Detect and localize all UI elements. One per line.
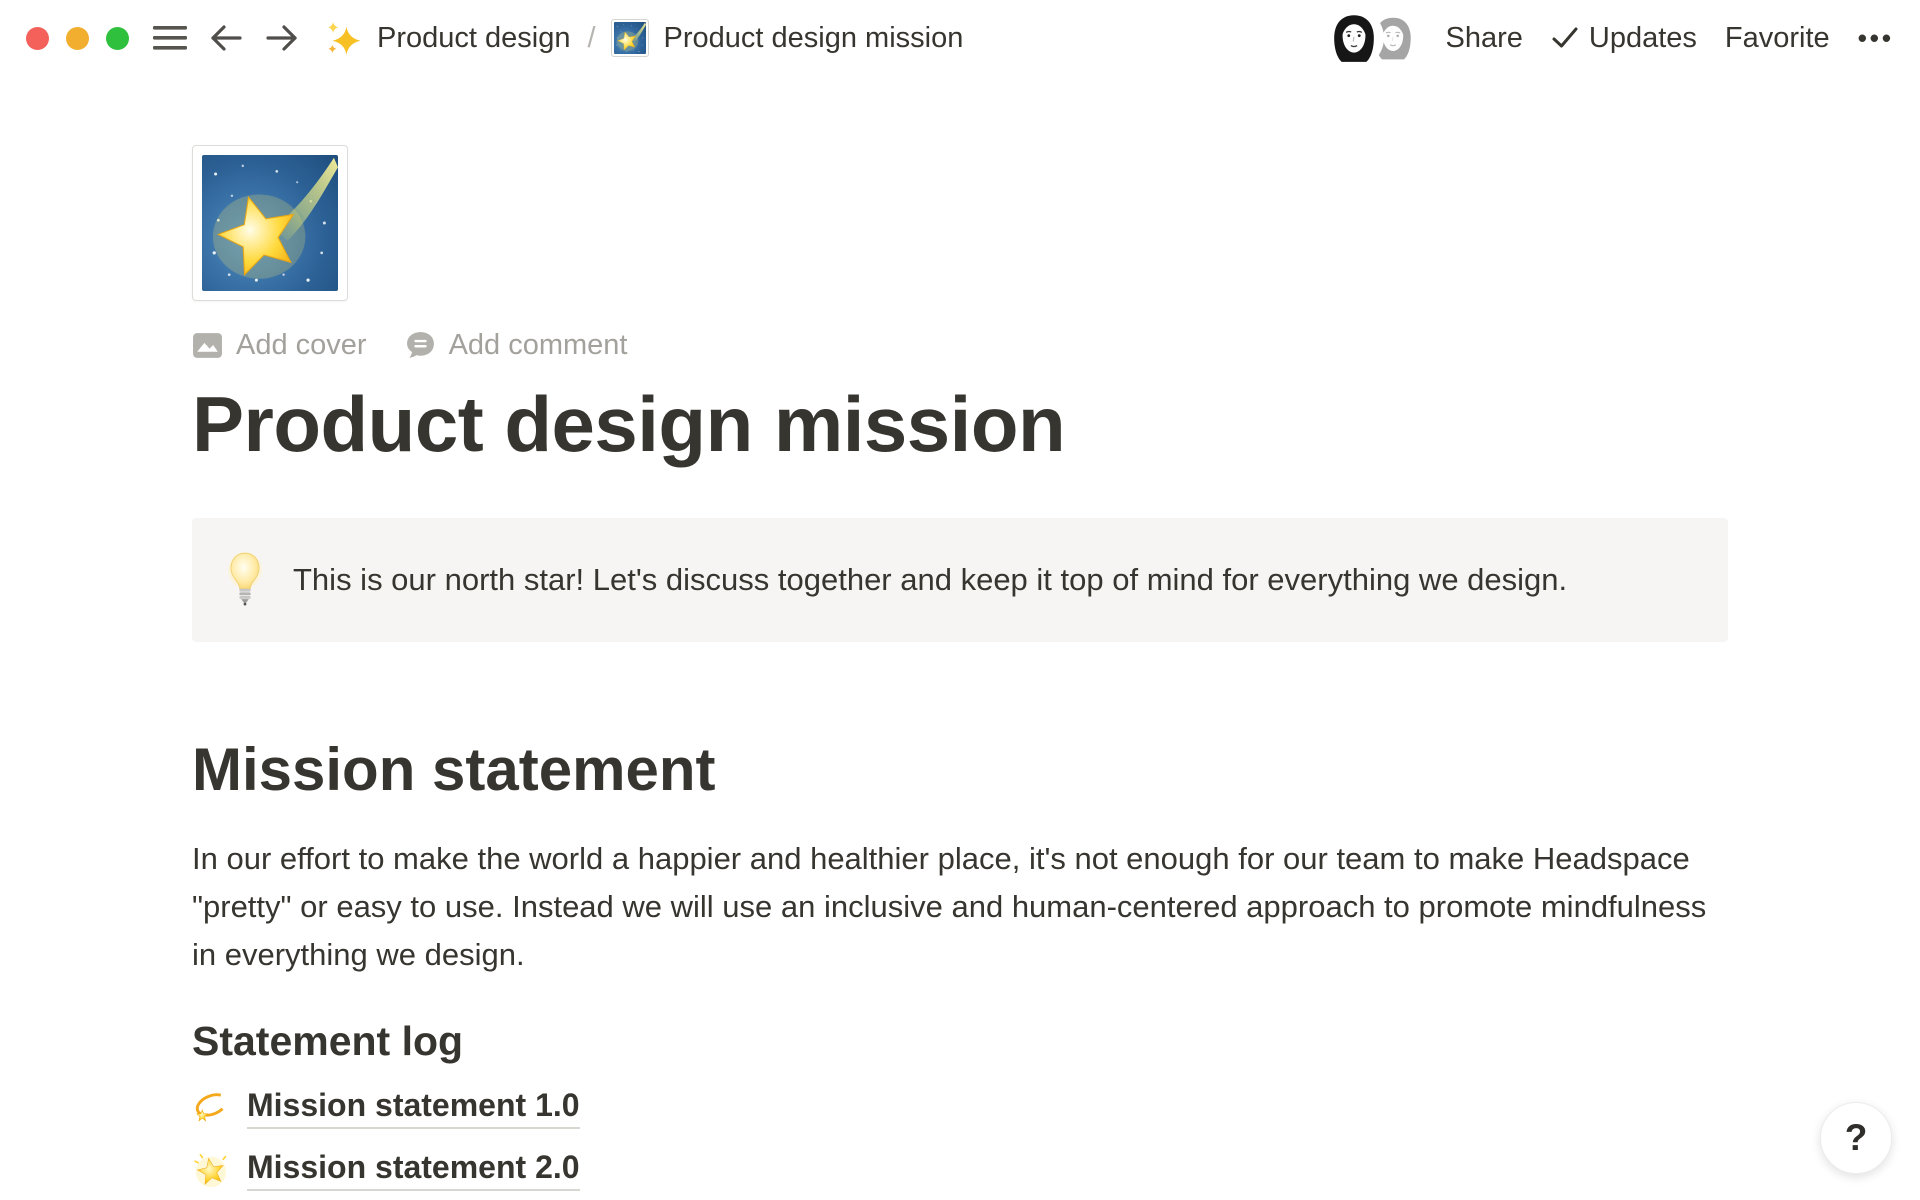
window-topbar: Product design / Product design mission … (0, 0, 1920, 76)
more-options-icon[interactable]: ••• (1858, 23, 1894, 54)
picture-icon (192, 330, 223, 361)
help-button[interactable]: ? (1820, 1102, 1892, 1174)
add-comment-label: Add comment (449, 329, 628, 362)
statement-log-heading[interactable]: Statement log (192, 1017, 1728, 1066)
sparkles-icon (325, 20, 362, 57)
light-bulb-icon (226, 550, 264, 610)
favorite-button[interactable]: Favorite (1725, 22, 1830, 55)
page-link-label[interactable]: Mission statement 1.0 (247, 1087, 580, 1129)
window-controls (26, 27, 129, 50)
check-icon (1551, 25, 1579, 51)
callout-text: This is our north star! Let's discuss to… (293, 556, 1567, 604)
glowing-star-icon (192, 1151, 230, 1189)
add-cover-label: Add cover (236, 329, 367, 362)
sidebar-menu-icon[interactable] (153, 23, 187, 53)
page-meta-actions: Add cover Add comment (192, 329, 1728, 362)
viewer-avatars[interactable] (1326, 10, 1418, 66)
add-cover-button[interactable]: Add cover (192, 329, 367, 362)
add-comment-button[interactable]: Add comment (405, 329, 628, 362)
page-body: Add cover Add comment Product design mis… (192, 145, 1728, 1198)
user-avatar-1[interactable] (1326, 10, 1382, 66)
callout-block[interactable]: This is our north star! Let's discuss to… (192, 518, 1728, 642)
mission-statement-paragraph[interactable]: In our effort to make the world a happie… (192, 835, 1728, 979)
forward-arrow-icon[interactable] (265, 22, 299, 54)
back-arrow-icon[interactable] (209, 22, 243, 54)
page-link-mission-2-0[interactable]: Mission statement 2.0 (192, 1142, 1728, 1198)
updates-label: Updates (1589, 22, 1697, 55)
page-title[interactable]: Product design mission (192, 380, 1728, 470)
breadcrumb: Product design / Product design mission (325, 19, 963, 57)
page-link-label[interactable]: Mission statement 2.0 (247, 1149, 580, 1191)
topbar-actions: Share Updates Favorite ••• (1326, 10, 1894, 66)
statement-log-links: Mission statement 1.0 Mission statement … (192, 1080, 1728, 1198)
comment-bubble-icon (405, 330, 436, 361)
updates-button[interactable]: Updates (1551, 22, 1697, 55)
shooting-star-page-icon-small (611, 19, 649, 57)
close-window-button[interactable] (26, 27, 49, 50)
dizzy-star-icon (192, 1089, 230, 1127)
breadcrumb-separator: / (587, 22, 595, 55)
mission-statement-heading[interactable]: Mission statement (192, 732, 1728, 807)
breadcrumb-item-current[interactable]: Product design mission (664, 22, 964, 55)
breadcrumb-item-parent[interactable]: Product design (377, 22, 570, 55)
page-link-mission-1-0[interactable]: Mission statement 1.0 (192, 1080, 1728, 1136)
page-icon-shooting-star[interactable] (192, 145, 348, 301)
zoom-window-button[interactable] (106, 27, 129, 50)
share-button[interactable]: Share (1446, 22, 1523, 55)
minimize-window-button[interactable] (66, 27, 89, 50)
